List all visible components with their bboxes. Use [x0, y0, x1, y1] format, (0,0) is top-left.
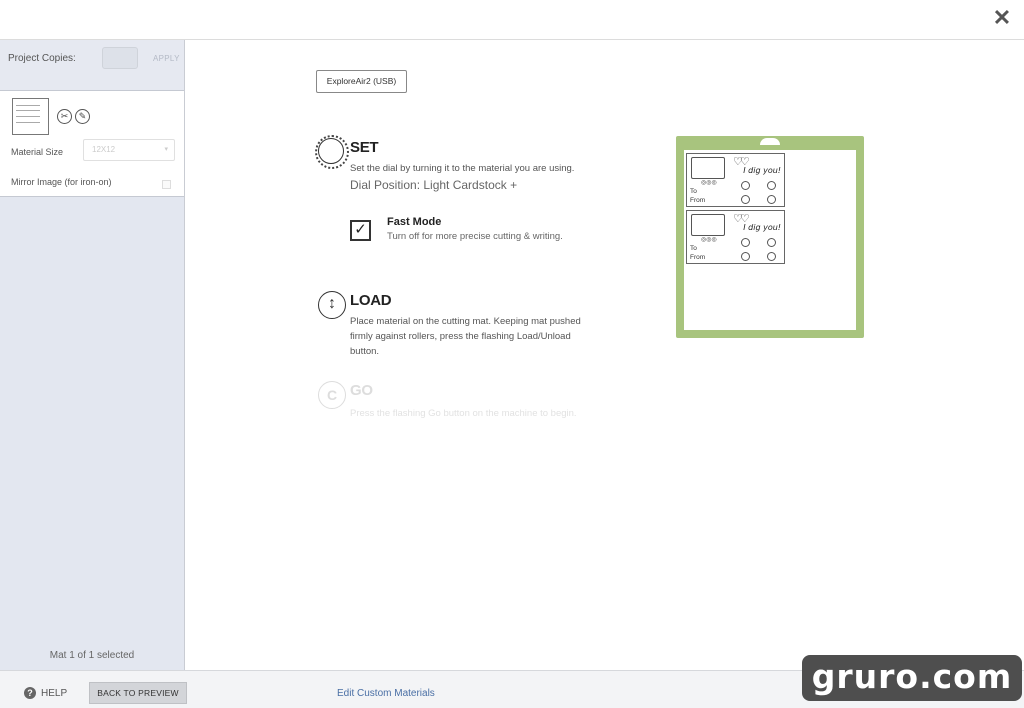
load-step: ↕ LOAD Place material on the cutting mat… — [316, 289, 616, 369]
set-description: Set the dial by turning it to the materi… — [350, 163, 575, 174]
card-from-label: From — [690, 254, 706, 261]
project-copies-label: Project Copies: — [8, 53, 76, 64]
edit-custom-materials-link[interactable]: Edit Custom Materials — [337, 688, 435, 699]
mat-status: Mat 1 of 1 selected — [49, 650, 135, 661]
project-copies-input[interactable] — [102, 47, 138, 69]
pen-icon: ✎ — [75, 109, 90, 124]
truck-image — [691, 157, 725, 179]
gift-tag-card: ♡♡ I dig you! ◎◎◎ To From — [686, 210, 785, 264]
apply-button[interactable]: APPLY — [153, 54, 180, 63]
help-label: HELP — [41, 687, 68, 699]
card-ovals — [739, 179, 783, 207]
mat-tool-icons: ✂ ✎ — [57, 109, 90, 124]
mirror-image-label: Mirror Image (for iron-on) — [11, 177, 112, 187]
gift-tag-card: ♡♡ I dig you! ◎◎◎ To From — [686, 153, 785, 207]
wheels-image: ◎◎◎ — [701, 237, 717, 243]
go-step: C GO Press the flashing Go button on the… — [316, 379, 616, 429]
help-icon: ? — [24, 687, 36, 699]
go-title: GO — [350, 382, 373, 399]
close-icon[interactable]: ✕ — [990, 6, 1014, 30]
machine-select-button[interactable]: ExploreAir2 (USB) — [316, 70, 407, 93]
material-size-label: Material Size — [11, 147, 64, 157]
wheels-image: ◎◎◎ — [701, 180, 717, 186]
dial-icon — [315, 135, 349, 169]
project-copies-row: Project Copies: APPLY — [0, 40, 184, 91]
set-step: SET Set the dial by turning it to the ma… — [315, 135, 616, 256]
set-title: SET — [350, 139, 379, 156]
mat-surface: ♡♡ I dig you! ◎◎◎ To From ♡♡ I dig you! … — [684, 150, 856, 330]
scissors-icon: ✂ — [57, 109, 72, 124]
fast-mode-description: Turn off for more precise cutting & writ… — [387, 231, 563, 242]
load-description: Place material on the cutting mat. Keepi… — [350, 316, 581, 357]
truck-image — [691, 214, 725, 236]
go-description: Press the flashing Go button on the mach… — [350, 408, 577, 419]
card-from-label: From — [690, 197, 706, 204]
material-size-value: 12X12 — [92, 145, 116, 154]
sidebar: Project Copies: APPLY ✂ ✎ Material Size … — [0, 40, 185, 670]
mat-tab — [760, 138, 780, 145]
card-text: I dig you! — [743, 223, 781, 232]
main-panel: ExploreAir2 (USB) SET Set the dial by tu… — [186, 41, 1024, 670]
card-to-label: To — [690, 245, 697, 252]
chevron-down-icon: ▾ — [164, 146, 168, 153]
card-text: I dig you! — [743, 166, 781, 175]
mat-panel[interactable]: ✂ ✎ Material Size 12X12 ▾ Mirror Image (… — [0, 91, 184, 197]
load-arrows-icon: ↕ — [318, 291, 346, 319]
watermark: gruro.com — [802, 655, 1022, 701]
dial-position: Dial Position: Light Cardstock + — [350, 178, 518, 192]
go-icon: C — [318, 381, 346, 409]
top-bar: ✕ — [0, 0, 1024, 40]
material-size-select[interactable]: 12X12 ▾ — [83, 139, 175, 161]
help-button[interactable]: ? HELP — [24, 687, 67, 699]
fast-mode-checkbox[interactable]: ✓ — [350, 220, 371, 241]
back-to-preview-button[interactable]: BACK TO PREVIEW — [89, 682, 187, 704]
mat-preview: ♡♡ I dig you! ◎◎◎ To From ♡♡ I dig you! … — [676, 136, 864, 338]
card-ovals — [739, 236, 783, 264]
card-to-label: To — [690, 188, 697, 195]
mat-thumbnail[interactable] — [12, 98, 49, 135]
fast-mode-title: Fast Mode — [387, 216, 442, 228]
load-title: LOAD — [350, 292, 392, 309]
mirror-image-checkbox[interactable] — [162, 180, 171, 189]
